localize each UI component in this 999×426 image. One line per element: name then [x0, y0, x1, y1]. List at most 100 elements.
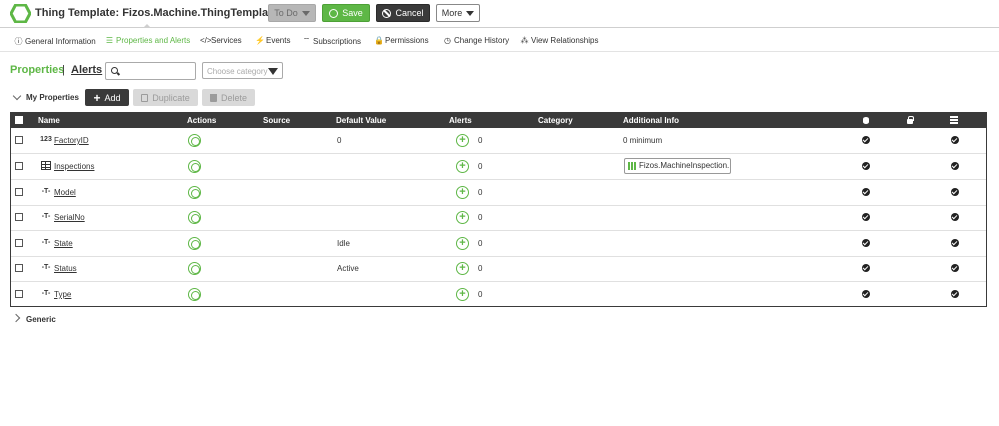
- action-icon[interactable]: [188, 186, 201, 199]
- string-type-icon: -T-: [41, 239, 51, 246]
- tab-permissions[interactable]: 🔒 Permissions: [374, 36, 429, 45]
- tab-events[interactable]: ⚡ Events: [255, 36, 290, 45]
- alert-count: 0: [478, 290, 483, 299]
- check-circle-icon: [951, 239, 959, 247]
- todo-label: To Do: [274, 8, 298, 18]
- cancel-button[interactable]: Cancel: [376, 4, 430, 22]
- ban-icon: [382, 8, 392, 18]
- add-alert-icon[interactable]: +: [456, 160, 469, 173]
- column-header-default-value[interactable]: Default Value: [336, 116, 386, 125]
- table-row[interactable]: -T- Type + 0: [11, 282, 986, 308]
- property-name-link[interactable]: Status: [54, 264, 77, 273]
- plus-icon: +: [93, 90, 101, 105]
- string-type-icon: -T-: [41, 188, 51, 195]
- action-icon[interactable]: [188, 288, 201, 301]
- category-select[interactable]: Choose category: [202, 62, 283, 79]
- todo-button[interactable]: To Do: [268, 4, 316, 22]
- row-checkbox[interactable]: [15, 264, 23, 272]
- action-icon[interactable]: [188, 262, 201, 275]
- check-circle-icon: [951, 213, 959, 221]
- add-alert-icon[interactable]: +: [456, 211, 469, 224]
- add-alert-icon[interactable]: +: [456, 134, 469, 147]
- check-circle-icon: [951, 264, 959, 272]
- duplicate-button[interactable]: Duplicate: [133, 89, 198, 106]
- column-header-additional-info: Additional Info: [623, 116, 679, 125]
- action-icon[interactable]: [188, 237, 201, 250]
- row-checkbox[interactable]: [15, 213, 23, 221]
- row-checkbox[interactable]: [15, 162, 23, 170]
- check-circle-icon: [862, 162, 870, 170]
- column-header-category[interactable]: Category: [538, 116, 573, 125]
- string-type-icon: -T-: [41, 290, 51, 297]
- list-icon: ☰: [105, 36, 114, 45]
- chevron-right-icon[interactable]: [11, 313, 21, 323]
- add-alert-icon[interactable]: +: [456, 237, 469, 250]
- row-checkbox[interactable]: [15, 188, 23, 196]
- search-input[interactable]: [105, 62, 196, 80]
- alert-count: 0: [478, 213, 483, 222]
- chevron-down-icon: [268, 68, 278, 75]
- info-icon: ⓘ: [14, 37, 23, 46]
- property-name-link[interactable]: Inspections: [54, 162, 94, 171]
- delete-button[interactable]: Delete: [202, 89, 255, 106]
- check-circle-icon: [951, 188, 959, 196]
- add-alert-icon[interactable]: +: [456, 288, 469, 301]
- check-circle-icon: [862, 213, 870, 221]
- table-row[interactable]: -T- Model + 0: [11, 180, 986, 206]
- section-label-generic[interactable]: Generic: [26, 315, 56, 324]
- check-circle-icon: [862, 136, 870, 144]
- entity-name: Fizos.Machine.ThingTemplate: [122, 7, 278, 19]
- action-icon[interactable]: [188, 134, 201, 147]
- tab-change-history[interactable]: ◷ Change History: [443, 36, 509, 45]
- database-icon: [863, 117, 869, 124]
- alert-count: 0: [478, 239, 483, 248]
- property-name-link[interactable]: SerialNo: [54, 213, 85, 222]
- chevron-down-icon: [301, 10, 310, 16]
- column-header-name[interactable]: Name: [38, 116, 60, 125]
- table-row[interactable]: -T- Status Active + 0: [11, 256, 986, 282]
- properties-link[interactable]: Properties: [10, 64, 64, 76]
- list-icon: [950, 116, 958, 124]
- lock-icon: 🔒: [374, 36, 384, 45]
- data-shape-chip[interactable]: Fizos.MachineInspection...: [624, 158, 731, 174]
- tab-view-relationships[interactable]: ⁂ View Relationships: [520, 36, 599, 45]
- table-row[interactable]: -T- State Idle + 0: [11, 231, 986, 257]
- tab-bar: ⓘ General Information ☰ Properties and A…: [0, 24, 999, 52]
- property-name-link[interactable]: State: [54, 239, 73, 248]
- check-circle-icon: [951, 290, 959, 298]
- alerts-link[interactable]: Alerts: [71, 64, 102, 76]
- property-name-link[interactable]: FactoryID: [54, 136, 89, 145]
- chevron-down-icon[interactable]: [12, 91, 22, 101]
- property-name-link[interactable]: Model: [54, 188, 76, 197]
- add-alert-icon[interactable]: +: [456, 262, 469, 275]
- table-row[interactable]: Inspections + 0 Fizos.MachineInspection.…: [11, 154, 986, 180]
- save-label: Save: [342, 8, 363, 18]
- row-checkbox[interactable]: [15, 136, 23, 144]
- row-checkbox[interactable]: [15, 239, 23, 247]
- table-row[interactable]: -T- SerialNo + 0: [11, 205, 986, 231]
- search-icon: [111, 67, 118, 74]
- select-all-checkbox[interactable]: [15, 116, 23, 124]
- string-type-icon: -T-: [41, 264, 51, 271]
- more-button[interactable]: More: [436, 4, 480, 22]
- action-icon[interactable]: [188, 160, 201, 173]
- column-header-source[interactable]: Source: [263, 116, 290, 125]
- default-value: Idle: [337, 239, 350, 248]
- row-checkbox[interactable]: [15, 290, 23, 298]
- action-icon[interactable]: [188, 211, 201, 224]
- tab-subscriptions[interactable]: ⌔ Subscriptions: [302, 36, 361, 46]
- table-row[interactable]: 123 FactoryID 0 + 0 0 minimum: [11, 128, 986, 154]
- section-label-my-properties[interactable]: My Properties: [26, 93, 79, 102]
- add-button[interactable]: + Add: [85, 89, 129, 106]
- copy-icon: [141, 93, 149, 102]
- alert-count: 0: [478, 162, 483, 171]
- tab-properties-and-alerts[interactable]: ☰ Properties and Alerts: [105, 36, 190, 45]
- property-name-link[interactable]: Type: [54, 290, 71, 299]
- add-alert-icon[interactable]: +: [456, 186, 469, 199]
- column-header-alerts[interactable]: Alerts: [449, 116, 472, 125]
- properties-table: Name Actions Source Default Value Alerts…: [10, 112, 987, 307]
- tab-services[interactable]: </> Services: [200, 36, 242, 45]
- save-button[interactable]: Save: [322, 4, 370, 22]
- tab-general-information[interactable]: ⓘ General Information: [14, 36, 96, 47]
- clock-icon: ◷: [444, 36, 451, 45]
